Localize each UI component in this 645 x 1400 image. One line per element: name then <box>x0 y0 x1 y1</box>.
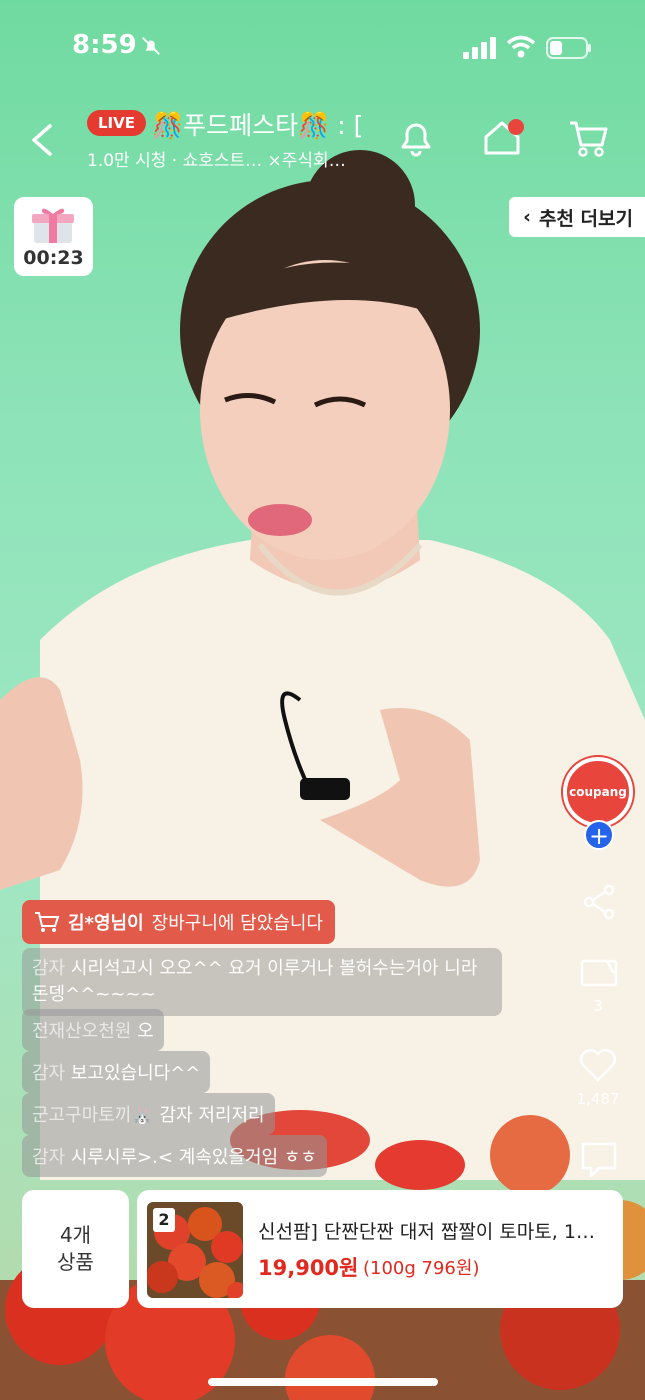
product-price: 19,900원 <box>258 1256 359 1280</box>
like-count: 1,487 <box>576 1090 620 1108</box>
heart-icon[interactable] <box>578 1045 618 1085</box>
wifi-icon <box>506 35 536 58</box>
gift-countdown: 00:23 <box>23 247 84 269</box>
clip-icon[interactable] <box>579 952 619 992</box>
channel-title[interactable]: 🎊푸드페스타🎊 : [ <box>152 106 374 142</box>
product-name: 신선팜] 단짠단짠 대저 짭짤이 토마토, 1… <box>258 1221 595 1243</box>
chat-message: 군고구마토끼🐰 감자 저리저리 <box>22 1093 275 1135</box>
chat-text: 시루시루>.< 계속있을거임 ㅎㅎ <box>70 1147 317 1168</box>
chat-text: 오 <box>137 1021 154 1042</box>
live-header: LIVE 🎊푸드페스타🎊 : [ 1.0만 시청 · 쇼호스트… ×주식회… <box>0 100 645 180</box>
battery-icon <box>546 37 591 59</box>
chat-user: 감자 <box>32 958 66 979</box>
chat-text: 감자 저리저리 <box>159 1105 265 1126</box>
product-image: 2 <box>147 1202 243 1298</box>
chat-message: 감자 시루시루>.< 계속있을거임 ㅎㅎ <box>22 1135 327 1177</box>
chevron-left-icon: ‹ <box>523 206 531 228</box>
chat-text: 보고있습니다^^ <box>70 1063 201 1084</box>
product-count: 4개 <box>59 1223 92 1247</box>
chat-bubble-icon[interactable] <box>579 1140 619 1180</box>
product-count-label: 상품 <box>57 1250 94 1274</box>
product-card[interactable]: 2 신선팜] 단짠단짠 대저 짭짤이 토마토, 1… 19,900원 (100g… <box>137 1190 623 1308</box>
chat-text: 시리석고시 오오^^ 요거 이루거나 볼허수는거아 니라돈뎅^^~~~~ <box>32 958 478 1005</box>
follow-plus-button[interactable]: + <box>584 820 614 850</box>
back-arrow-icon[interactable] <box>28 120 56 160</box>
product-count-button[interactable]: 4개 상품 <box>22 1190 129 1308</box>
brand-label: coupang <box>569 785 627 799</box>
recommend-label: 추천 더보기 <box>538 207 633 230</box>
mute-bell-icon <box>142 37 160 55</box>
notice-user: 김*영님이 <box>68 913 144 934</box>
clip-count: 3 <box>593 997 603 1015</box>
chat-user: 전재산오천원 <box>32 1021 132 1042</box>
product-unit-price: (100g 796원) <box>363 1258 480 1279</box>
chat-message: 감자 보고있습니다^^ <box>22 1051 211 1093</box>
share-icon[interactable] <box>579 882 619 922</box>
live-badge: LIVE <box>87 110 146 136</box>
signal-icon <box>463 37 496 59</box>
chat-message: 감자 시리석고시 오오^^ 요거 이루거나 볼허수는거아 니라돈뎅^^~~~~ <box>22 948 502 1016</box>
chat-message: 전재산오천원 오 <box>22 1009 164 1051</box>
recommend-more-button[interactable]: ‹ 추천 더보기 <box>509 197 645 237</box>
home-icon[interactable] <box>480 115 526 161</box>
gift-timer[interactable]: 00:23 <box>14 197 93 276</box>
clock: 8:59 <box>72 30 137 60</box>
notification-bell-icon[interactable] <box>393 115 439 161</box>
chat-user: 감자 <box>32 1063 66 1084</box>
status-bar: 8:59 <box>0 0 645 95</box>
product-badge: 2 <box>153 1208 175 1232</box>
gift-box-icon <box>32 208 74 243</box>
chat-user: 군고구마토끼🐰 <box>32 1105 154 1126</box>
viewer-subtitle: 1.0만 시청 · 쇼호스트… ×주식회… <box>87 151 346 171</box>
cart-icon[interactable] <box>566 115 612 161</box>
cart-notice: 김*영님이 장바구니에 담았습니다 <box>22 900 335 944</box>
chat-user: 감자 <box>32 1147 66 1168</box>
notice-text: 장바구니에 담았습니다 <box>151 913 323 934</box>
home-indicator[interactable] <box>208 1378 438 1386</box>
coupang-logo-button[interactable]: coupang <box>563 757 633 827</box>
cart-icon <box>35 912 60 932</box>
